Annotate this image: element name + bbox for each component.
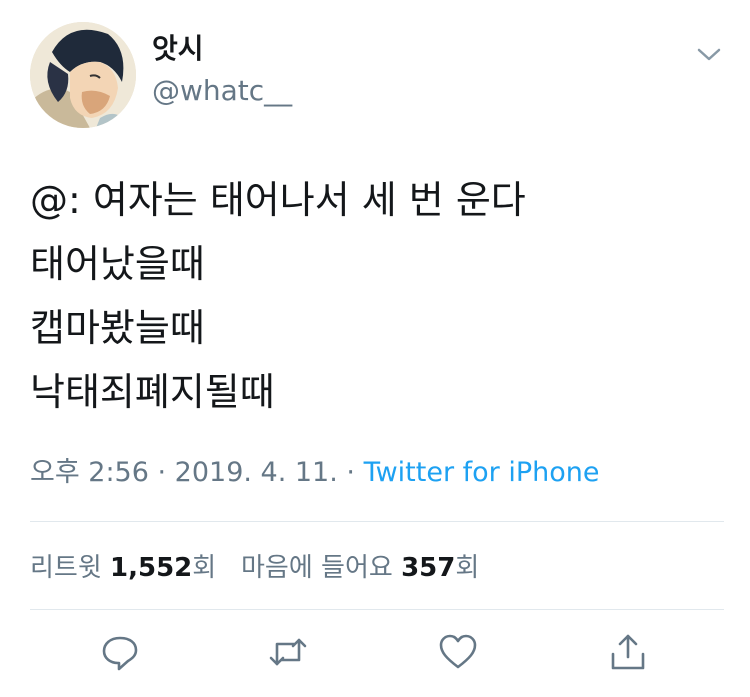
display-name[interactable]: 앗시 <box>152 32 204 66</box>
retweet-label: 리트윗 <box>30 553 102 583</box>
meta-separator: · <box>337 457 364 488</box>
heart-icon <box>439 634 477 669</box>
like-button[interactable] <box>436 630 480 674</box>
share-button[interactable] <box>606 630 650 674</box>
retweet-unit: 회 <box>192 553 217 583</box>
retweet-count[interactable]: 1,552 <box>110 553 192 583</box>
tweet-line: 태어났을때 <box>30 242 205 286</box>
like-unit: 회 <box>455 553 480 583</box>
tweet-stats: 리트윗 1,552회 마음에 들어요 357회 <box>30 548 479 588</box>
tweet-line: @: 여자는 태어나서 세 번 운다 <box>30 178 526 222</box>
reply-button[interactable] <box>98 630 142 674</box>
chevron-down-icon[interactable] <box>694 42 724 66</box>
retweet-button[interactable] <box>266 630 310 674</box>
like-count[interactable]: 357 <box>401 553 455 583</box>
tweet-date: 2019. 4. 11. <box>174 457 338 488</box>
tweet-text: @: 여자는 태어나서 세 번 운다 태어났을때 캡마봤늘때 낙태죄폐지될때 <box>30 168 720 424</box>
tweet-actions <box>0 630 750 680</box>
tweet-line: 낙태죄폐지될때 <box>30 370 275 414</box>
share-icon <box>611 634 645 670</box>
tweet-source-link[interactable]: Twitter for iPhone <box>364 457 600 488</box>
tweet-meta: 오후 2:56 · 2019. 4. 11. · Twitter for iPh… <box>30 455 600 491</box>
user-handle[interactable]: @whatc__ <box>152 74 292 108</box>
divider <box>30 521 724 522</box>
tweet-line: 캡마봤늘때 <box>30 306 205 350</box>
meta-separator: · <box>148 457 175 488</box>
divider <box>30 609 724 610</box>
tweet-time: 오후 2:56 <box>30 457 149 488</box>
reply-icon <box>102 636 138 671</box>
like-label: 마음에 들어요 <box>241 553 393 583</box>
avatar[interactable] <box>30 22 136 128</box>
avatar-illustration <box>30 22 136 128</box>
retweet-icon <box>269 638 307 666</box>
